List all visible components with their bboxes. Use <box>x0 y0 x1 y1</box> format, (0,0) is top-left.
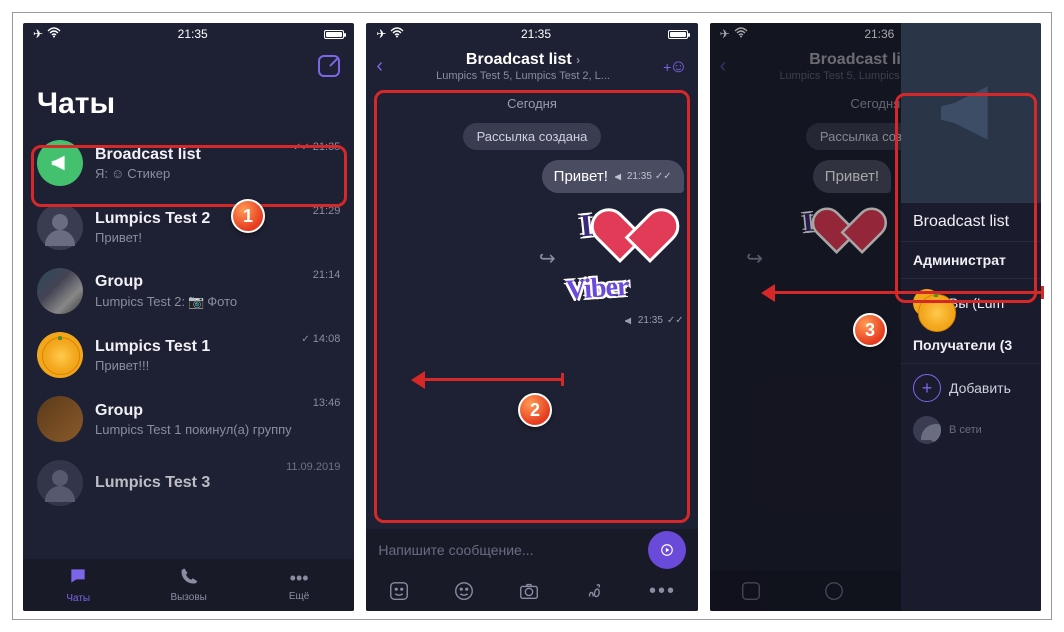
group-avatar-icon <box>37 268 83 314</box>
avatar-placeholder-icon <box>37 204 83 250</box>
status-time: 21:35 <box>178 27 208 41</box>
airplane-mode-icon: ✈ <box>33 27 43 41</box>
swipe-arrow-left <box>773 291 1043 294</box>
admin-row-you[interactable]: Вы (Lum <box>901 279 1041 327</box>
chat-row[interactable]: Lumpics Test 3 11.09.2019 <box>23 451 354 515</box>
step-badge-3: 3 <box>853 313 887 347</box>
recipient-row[interactable]: В сети <box>901 412 1041 446</box>
megaphone-icon <box>624 316 634 326</box>
chat-title-area[interactable]: Broadcast list › Lumpics Test 5, Lumpics… <box>389 51 657 82</box>
camera-icon: 📷 <box>188 294 204 310</box>
airplane-mode-icon: ✈ <box>376 27 386 41</box>
panel-hero <box>901 23 1041 203</box>
chat-row[interactable]: Lumpics Test 2 Привет! 21:29 <box>23 195 354 259</box>
camera-icon[interactable] <box>518 580 540 602</box>
swipe-arrow-left <box>423 378 563 381</box>
emoji-icon[interactable] <box>453 580 475 602</box>
chat-messages[interactable]: Сегодня Рассылка создана Привет! 21:35 ✓… <box>366 90 697 529</box>
avatar-placeholder-icon <box>37 460 83 506</box>
more-dots-icon: ••• <box>290 568 309 589</box>
step-badge-1: 1 <box>231 199 265 233</box>
smiley-icon: ☺ <box>111 166 124 181</box>
step-badge-2: 2 <box>518 393 552 427</box>
chat-row-broadcast[interactable]: Broadcast list Я: ☺ Стикер ✓✓21:35 <box>23 131 354 195</box>
forward-icon[interactable]: ↪ <box>539 246 556 271</box>
avatar-icon <box>37 332 83 378</box>
chat-preview: Я: ☺ Стикер <box>95 166 340 181</box>
add-participant-icon[interactable]: +☺ <box>663 56 688 77</box>
chat-row[interactable]: Group Lumpics Test 1 покинул(а) группу 1… <box>23 387 354 451</box>
read-ticks-icon: ✓✓ <box>293 142 310 153</box>
more-icon[interactable]: ••• <box>649 580 676 603</box>
tab-chats[interactable]: Чаты <box>23 559 133 611</box>
composer-toolbar: ••• <box>366 571 697 611</box>
section-admins: Администрат <box>901 242 1041 279</box>
wifi-icon <box>47 27 61 41</box>
chat-bubble-icon <box>68 566 88 591</box>
outgoing-sticker[interactable]: ↪ I Viber <box>539 203 684 313</box>
battery-icon <box>668 30 688 39</box>
add-recipient-button[interactable]: + Добавить <box>901 364 1041 412</box>
page-title: Чаты <box>23 83 354 131</box>
tab-calls[interactable]: Вызовы <box>133 559 243 611</box>
message-input[interactable]: Напишите сообщение... <box>378 542 639 558</box>
back-icon[interactable]: ‹ <box>376 55 383 78</box>
megaphone-icon <box>37 140 83 186</box>
phone-icon <box>180 567 198 590</box>
tab-bar: Чаты Вызовы ••• Ещё <box>23 559 354 611</box>
read-ticks-icon: ✓✓ <box>667 315 684 326</box>
outgoing-message[interactable]: Привет! 21:35 ✓✓ <box>542 160 684 193</box>
sticker-icon[interactable] <box>388 580 410 602</box>
megaphone-icon <box>931 73 1011 153</box>
status-time: 21:35 <box>521 27 551 41</box>
avatar-placeholder-icon <box>913 416 941 444</box>
read-ticks-icon: ✓ <box>301 334 309 345</box>
message-composer: Напишите сообщение... <box>366 529 697 571</box>
battery-icon <box>324 30 344 39</box>
chat-list[interactable]: Broadcast list Я: ☺ Стикер ✓✓21:35 Lumpi… <box>23 131 354 559</box>
chat-row[interactable]: Group Lumpics Test 2: 📷 Фото 21:14 <box>23 259 354 323</box>
chevron-right-icon: › <box>576 53 580 67</box>
chat-info-panel: Broadcast list Администрат Вы (Lum Получ… <box>901 23 1041 611</box>
section-recipients: Получатели (3 <box>901 327 1041 364</box>
chat-row[interactable]: Lumpics Test 1 Привет!!! ✓14:08 <box>23 323 354 387</box>
wifi-icon <box>390 27 404 41</box>
screen-2-chat: ✈ 21:35 ‹ Broadcast list › Lumpics Test … <box>366 23 697 611</box>
plus-icon: + <box>913 374 941 402</box>
compose-icon[interactable] <box>318 55 340 77</box>
message-meta: 21:35 ✓✓ <box>624 315 684 326</box>
sticker-i-love-viber: I Viber <box>564 203 684 313</box>
read-ticks-icon: ✓✓ <box>655 171 672 182</box>
status-bar: ✈ 21:35 <box>366 23 697 45</box>
chat-header: ‹ Broadcast list › Lumpics Test 5, Lumpi… <box>366 45 697 90</box>
group-avatar-icon <box>37 396 83 442</box>
day-separator: Сегодня <box>507 96 557 111</box>
tab-more[interactable]: ••• Ещё <box>244 559 354 611</box>
panel-title: Broadcast list <box>901 203 1041 242</box>
send-button[interactable] <box>648 531 686 569</box>
gif-icon[interactable] <box>584 580 606 602</box>
megaphone-icon <box>614 172 624 182</box>
system-message: Рассылка создана <box>463 123 602 150</box>
status-bar: ✈ 21:35 <box>23 23 354 45</box>
screen-1-chat-list: ✈ 21:35 Чаты Broadcast list <box>23 23 354 611</box>
heart-icon <box>616 211 672 261</box>
